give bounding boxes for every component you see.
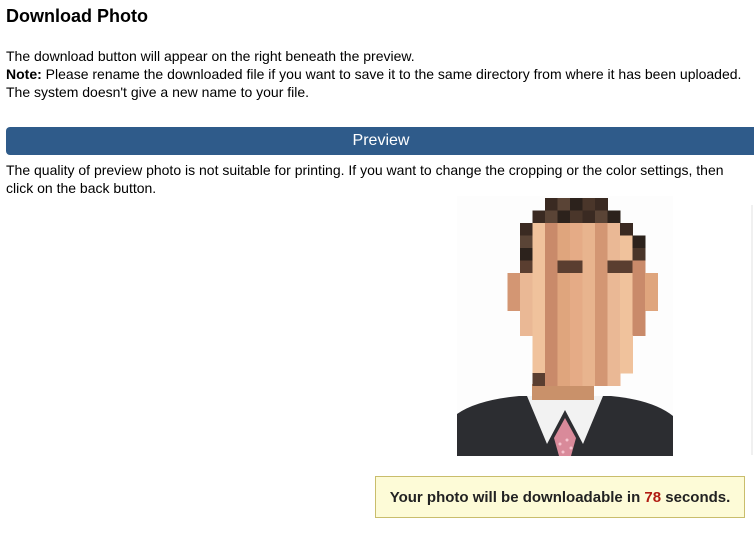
instructions: The download button will appear on the r… xyxy=(6,47,746,101)
page-title: Download Photo xyxy=(6,6,148,26)
download-countdown: Your photo will be downloadable in 78 se… xyxy=(375,476,745,518)
countdown-seconds: 78 xyxy=(644,489,662,506)
preview-divider xyxy=(751,205,753,455)
intro-text: The download button will appear on the r… xyxy=(6,48,415,64)
photo-preview-image xyxy=(457,196,673,456)
preview-header-label: Preview xyxy=(352,132,410,149)
preview-header-bar: Preview xyxy=(6,127,754,155)
note-text: Please rename the downloaded file if you… xyxy=(6,66,742,100)
countdown-suffix: seconds. xyxy=(661,489,731,506)
note-paragraph: Note: Please rename the downloaded file … xyxy=(6,65,746,101)
quality-notice: The quality of preview photo is not suit… xyxy=(6,162,724,196)
photo-preview xyxy=(457,196,673,456)
note-label: Note: xyxy=(6,66,42,82)
countdown-prefix: Your photo will be downloadable in xyxy=(389,489,645,506)
